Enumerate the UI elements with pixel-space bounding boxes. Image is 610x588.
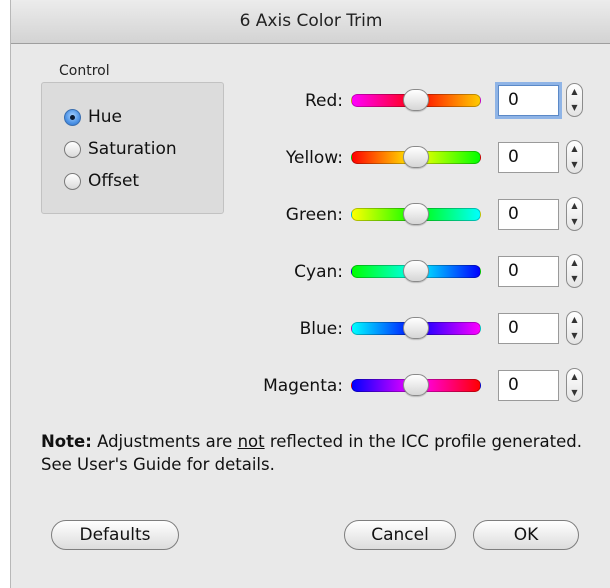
chevron-up-icon[interactable]: ▲ bbox=[567, 312, 582, 328]
yellow-stepper[interactable]: ▲ ▼ bbox=[566, 140, 583, 174]
chevron-up-icon[interactable]: ▲ bbox=[567, 141, 582, 157]
defaults-button[interactable]: Defaults bbox=[51, 520, 179, 550]
chevron-up-icon[interactable]: ▲ bbox=[567, 84, 582, 100]
radio-button-icon[interactable] bbox=[64, 172, 81, 190]
green-stepper[interactable]: ▲ ▼ bbox=[566, 197, 583, 231]
chevron-up-icon[interactable]: ▲ bbox=[567, 198, 582, 214]
chevron-down-icon[interactable]: ▼ bbox=[567, 214, 582, 230]
slider-thumb[interactable] bbox=[403, 317, 429, 339]
slider-label: Red: bbox=[304, 91, 343, 111]
red-stepper[interactable]: ▲ ▼ bbox=[566, 83, 583, 117]
title-bar[interactable]: 6 Axis Color Trim bbox=[11, 0, 610, 44]
slider-row-yellow: Yellow: 0 ▲ ▼ bbox=[11, 140, 610, 174]
cyan-value-field[interactable]: 0 bbox=[498, 256, 559, 287]
red-slider-track[interactable] bbox=[351, 89, 481, 111]
slider-label: Cyan: bbox=[294, 262, 343, 282]
cancel-button[interactable]: Cancel bbox=[344, 520, 456, 550]
ok-button[interactable]: OK bbox=[473, 520, 579, 550]
slider-row-red: Red: 0 ▲ ▼ bbox=[11, 83, 610, 117]
note-underlined: not bbox=[237, 432, 265, 451]
green-value-field[interactable]: 0 bbox=[498, 199, 559, 230]
window-title: 6 Axis Color Trim bbox=[239, 11, 383, 31]
note-text-before: Adjustments are bbox=[91, 432, 238, 451]
note-bold-label: Note: bbox=[41, 432, 92, 451]
slider-thumb[interactable] bbox=[403, 203, 429, 225]
cyan-stepper[interactable]: ▲ ▼ bbox=[566, 254, 583, 288]
magenta-slider-track[interactable] bbox=[351, 374, 481, 396]
slider-label: Yellow: bbox=[285, 148, 343, 168]
chevron-down-icon[interactable]: ▼ bbox=[567, 157, 582, 173]
chevron-down-icon[interactable]: ▼ bbox=[567, 328, 582, 344]
red-value-field[interactable]: 0 bbox=[498, 85, 559, 116]
green-slider-track[interactable] bbox=[351, 203, 481, 225]
blue-stepper[interactable]: ▲ ▼ bbox=[566, 311, 583, 345]
blue-slider-track[interactable] bbox=[351, 317, 481, 339]
magenta-stepper[interactable]: ▲ ▼ bbox=[566, 368, 583, 402]
chevron-up-icon[interactable]: ▲ bbox=[567, 369, 582, 385]
slider-thumb[interactable] bbox=[403, 89, 429, 111]
slider-row-cyan: Cyan: 0 ▲ ▼ bbox=[11, 254, 610, 288]
magenta-value-field[interactable]: 0 bbox=[498, 370, 559, 401]
slider-row-green: Green: 0 ▲ ▼ bbox=[11, 197, 610, 231]
chevron-down-icon[interactable]: ▼ bbox=[567, 100, 582, 116]
radio-label: Offset bbox=[88, 171, 140, 191]
yellow-slider-track[interactable] bbox=[351, 146, 481, 168]
chevron-down-icon[interactable]: ▼ bbox=[567, 385, 582, 401]
slider-thumb[interactable] bbox=[403, 260, 429, 282]
note-text: Note: Adjustments are not reflected in t… bbox=[41, 430, 601, 476]
control-group-label: Control bbox=[59, 63, 110, 79]
slider-thumb[interactable] bbox=[403, 374, 429, 396]
yellow-value-field[interactable]: 0 bbox=[498, 142, 559, 173]
chevron-up-icon[interactable]: ▲ bbox=[567, 255, 582, 271]
slider-label: Blue: bbox=[299, 319, 343, 339]
slider-row-magenta: Magenta: 0 ▲ ▼ bbox=[11, 368, 610, 402]
slider-row-blue: Blue: 0 ▲ ▼ bbox=[11, 311, 610, 345]
chevron-down-icon[interactable]: ▼ bbox=[567, 271, 582, 287]
slider-label: Magenta: bbox=[263, 376, 343, 396]
slider-thumb[interactable] bbox=[403, 146, 429, 168]
dialog-window: 6 Axis Color Trim Control Hue Saturation… bbox=[10, 0, 610, 588]
blue-value-field[interactable]: 0 bbox=[498, 313, 559, 344]
cyan-slider-track[interactable] bbox=[351, 260, 481, 282]
slider-label: Green: bbox=[285, 205, 343, 225]
